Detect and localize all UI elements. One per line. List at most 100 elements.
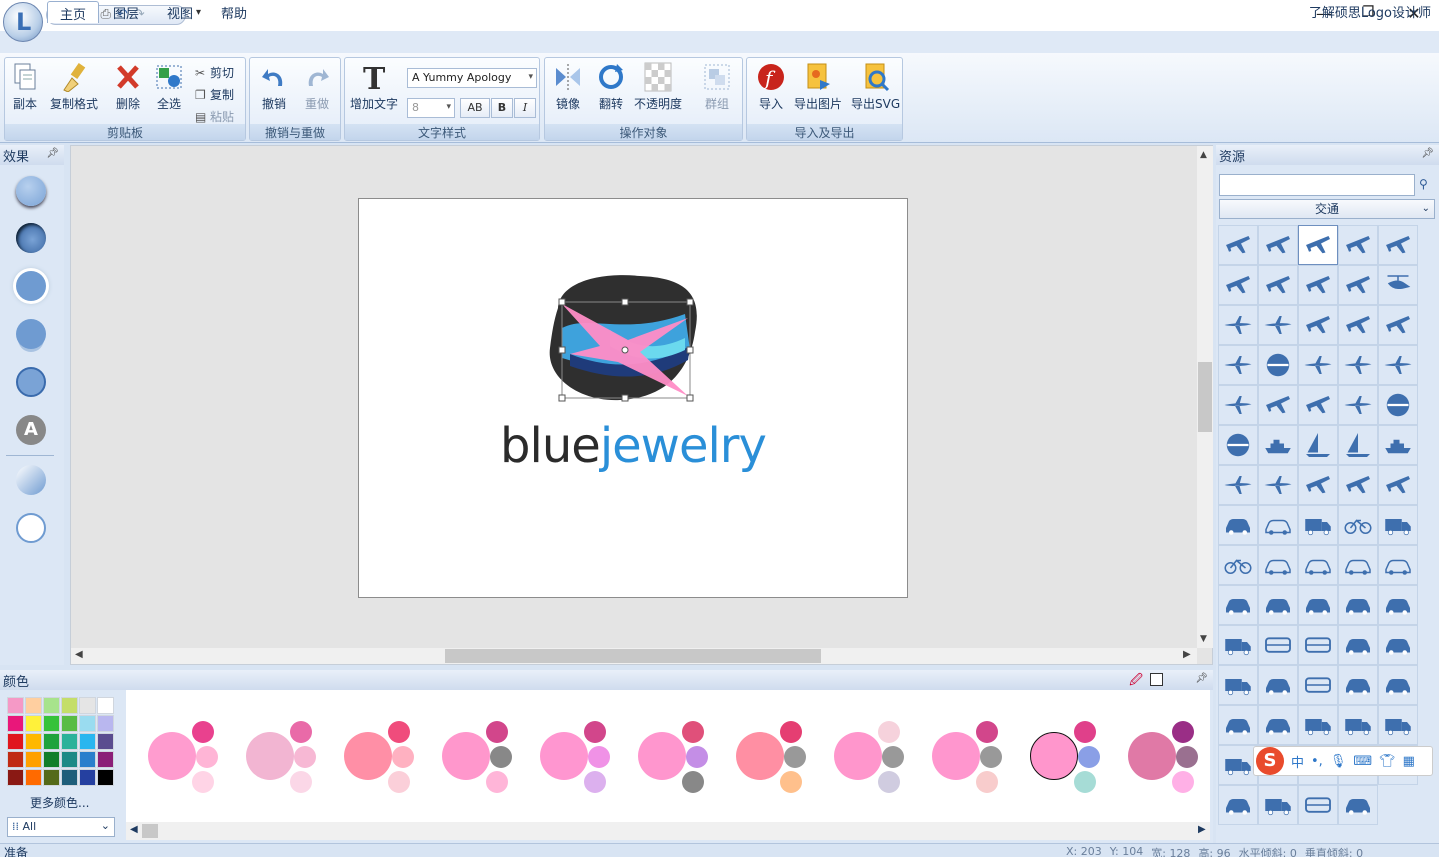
effect-gradient[interactable]	[16, 465, 46, 495]
resize-handle[interactable]	[686, 394, 694, 402]
color-swatch[interactable]	[7, 769, 24, 786]
resource-transport-icon[interactable]	[1218, 785, 1258, 825]
search-icon[interactable]: ⚲	[1419, 177, 1428, 191]
resource-transport-icon[interactable]	[1258, 305, 1298, 345]
color-swatch[interactable]	[97, 715, 114, 732]
effect-outline[interactable]	[16, 513, 46, 543]
flip-button[interactable]: 翻转	[597, 62, 625, 112]
sogou-logo-icon[interactable]: S	[1256, 747, 1284, 775]
color-filter-select[interactable]: ⁞⁞ All ⌄	[7, 817, 115, 837]
color-scheme[interactable]	[832, 720, 912, 796]
resource-transport-icon[interactable]	[1298, 265, 1338, 305]
duplicate-button[interactable]: 副本	[11, 62, 39, 112]
resource-transport-icon[interactable]	[1378, 385, 1418, 425]
resource-transport-icon[interactable]	[1298, 305, 1338, 345]
select-all-button[interactable]: 全选	[155, 62, 183, 112]
ime-chinese-mode[interactable]: 中	[1291, 752, 1304, 771]
palette-scrollbar[interactable]: ◀ ▶	[126, 822, 1210, 840]
resource-transport-icon[interactable]	[1338, 505, 1378, 545]
color-swatch[interactable]	[97, 751, 114, 768]
resource-transport-icon[interactable]	[1218, 305, 1258, 345]
delete-button[interactable]: 删除	[114, 62, 142, 112]
resource-transport-icon[interactable]	[1378, 265, 1418, 305]
resource-transport-icon[interactable]	[1258, 665, 1298, 705]
effect-glow[interactable]	[16, 271, 46, 301]
skin-shirt-icon[interactable]: 👕︎	[1379, 754, 1396, 769]
color-swatch[interactable]	[7, 733, 24, 750]
resource-transport-icon[interactable]	[1298, 385, 1338, 425]
resource-transport-icon[interactable]	[1378, 545, 1418, 585]
char-spacing-button[interactable]: AB	[460, 98, 490, 118]
resize-handle[interactable]	[558, 394, 566, 402]
pin-icon[interactable]: 📌︎	[46, 148, 59, 159]
resource-transport-icon[interactable]	[1378, 625, 1418, 665]
resource-transport-icon[interactable]	[1338, 585, 1378, 625]
resource-transport-icon[interactable]	[1258, 545, 1298, 585]
group-button[interactable]: 群组	[703, 62, 731, 112]
mirror-button[interactable]: 镜像	[554, 62, 582, 112]
color-scheme[interactable]	[734, 720, 814, 796]
resource-transport-icon[interactable]	[1218, 545, 1258, 585]
color-swatch[interactable]	[79, 733, 96, 750]
export-svg-button[interactable]: 导出SVG	[851, 62, 900, 112]
no-fill-swatch[interactable]	[1150, 673, 1163, 686]
canvas-horizontal-scrollbar[interactable]: ◀ ▶	[71, 648, 1197, 664]
resource-transport-icon[interactable]	[1378, 665, 1418, 705]
effect-text-outline[interactable]: A	[16, 415, 46, 445]
format-painter-button[interactable]: 复制格式	[50, 62, 98, 112]
color-swatch[interactable]	[79, 697, 96, 714]
resource-transport-icon[interactable]	[1298, 705, 1338, 745]
color-swatch[interactable]	[43, 751, 60, 768]
keyboard-icon[interactable]: ⌨	[1353, 754, 1372, 769]
undo-button[interactable]: 撤销	[260, 62, 288, 112]
color-swatch[interactable]	[43, 715, 60, 732]
logo-wordmark[interactable]: bluejewelry	[358, 418, 908, 474]
app-menu-button[interactable]: L	[3, 2, 43, 42]
resource-transport-icon[interactable]	[1298, 785, 1338, 825]
color-swatch[interactable]	[43, 697, 60, 714]
paste-button[interactable]: ▤ 粘贴	[195, 108, 234, 125]
scroll-thumb[interactable]	[1198, 362, 1212, 432]
resource-transport-icon[interactable]	[1298, 345, 1338, 385]
center-handle[interactable]	[621, 346, 629, 354]
color-swatch[interactable]	[25, 697, 42, 714]
color-scheme[interactable]	[342, 720, 422, 796]
microphone-icon[interactable]: 🎙︎	[1330, 754, 1347, 769]
resource-transport-icon[interactable]	[1218, 345, 1258, 385]
canvas-vertical-scrollbar[interactable]: ▲ ▼	[1197, 146, 1213, 648]
color-swatch[interactable]	[7, 715, 24, 732]
resource-transport-icon[interactable]	[1338, 465, 1378, 505]
color-swatch[interactable]	[61, 715, 78, 732]
scroll-up-icon[interactable]: ▲	[1200, 150, 1207, 160]
effect-shadow[interactable]	[16, 176, 46, 206]
resource-transport-icon[interactable]	[1258, 265, 1298, 305]
resource-transport-icon[interactable]	[1258, 385, 1298, 425]
resource-transport-icon[interactable]	[1258, 705, 1298, 745]
resource-transport-icon[interactable]	[1218, 705, 1258, 745]
scroll-down-icon[interactable]: ▼	[1200, 634, 1207, 644]
cut-button[interactable]: ✂ 剪切	[195, 64, 234, 81]
color-swatch[interactable]	[79, 715, 96, 732]
resource-transport-icon[interactable]	[1258, 505, 1298, 545]
resource-transport-icon[interactable]	[1218, 745, 1258, 785]
color-swatch[interactable]	[61, 769, 78, 786]
resource-transport-icon[interactable]	[1338, 625, 1378, 665]
color-swatch[interactable]	[7, 751, 24, 768]
copy-button[interactable]: ❐ 复制	[195, 86, 234, 103]
resource-transport-icon[interactable]	[1338, 345, 1378, 385]
color-swatch[interactable]	[61, 733, 78, 750]
opacity-button[interactable]: 不透明度	[634, 62, 682, 112]
resize-handle[interactable]	[686, 298, 694, 306]
resize-handle[interactable]	[621, 298, 629, 306]
color-swatch[interactable]	[61, 751, 78, 768]
color-swatch[interactable]	[97, 733, 114, 750]
color-swatch[interactable]	[97, 697, 114, 714]
font-size-select[interactable]: 8 ▾	[407, 98, 455, 118]
resize-handle[interactable]	[558, 298, 566, 306]
color-swatch[interactable]	[25, 769, 42, 786]
resource-transport-icon[interactable]	[1218, 385, 1258, 425]
color-swatch[interactable]	[79, 769, 96, 786]
import-button[interactable]: f 导入	[757, 62, 785, 112]
scroll-left-icon[interactable]: ◀	[75, 649, 83, 660]
resource-transport-icon[interactable]	[1378, 705, 1418, 745]
